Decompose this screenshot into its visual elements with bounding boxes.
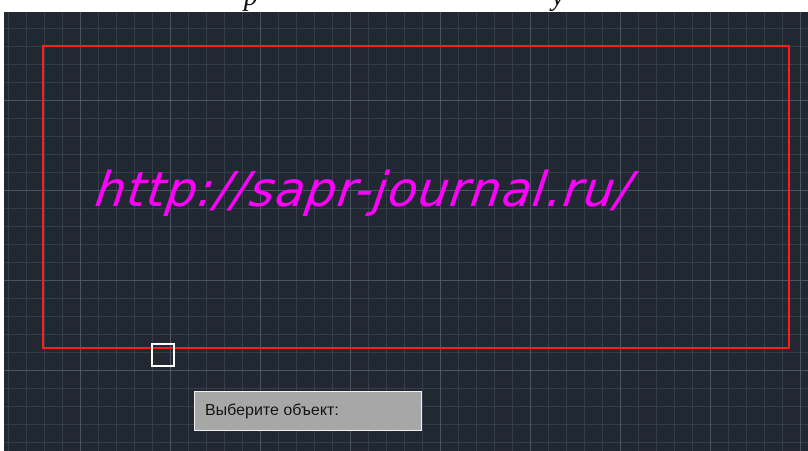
page-caption-fragment: р у [0, 0, 808, 12]
screenshot-frame: р у http://sapr-journal.ru/ Выберите объ… [0, 0, 808, 451]
url-text-object[interactable]: http://sapr-journal.ru/ [92, 162, 637, 218]
page-caption-text: р у [0, 0, 808, 12]
pickbox-cursor-icon [151, 343, 175, 367]
select-object-prompt-label: Выберите объект: [205, 402, 339, 419]
cad-drawing-viewport[interactable]: http://sapr-journal.ru/ Выберите объект: [4, 12, 808, 451]
select-object-prompt: Выберите объект: [194, 391, 422, 431]
